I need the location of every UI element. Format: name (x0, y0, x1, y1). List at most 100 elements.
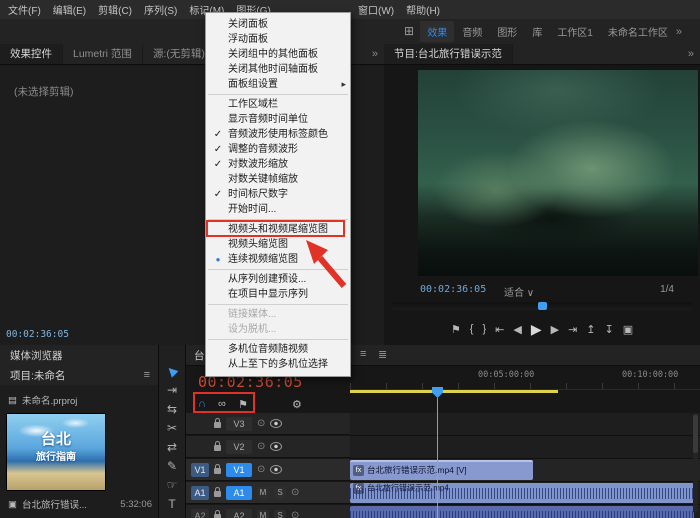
slip-tool[interactable]: ⇄ (167, 441, 177, 454)
export-frame-button[interactable]: ▣ (623, 323, 633, 336)
track-name-a1[interactable]: A1 (226, 486, 252, 500)
menu-item-logarithmic-keyframe-scaling[interactable]: 对数关键帧缩放 (206, 172, 350, 187)
menu-edit[interactable]: 编辑(E) (47, 2, 92, 17)
sync-lock-icon[interactable]: ⊙ (291, 510, 299, 518)
source-patch-a1[interactable]: A1 (191, 486, 209, 500)
track-visibility-eye-icon[interactable] (270, 465, 282, 474)
solo-button[interactable]: S (274, 510, 286, 518)
workspace-tab-audio[interactable]: 音频 (455, 21, 489, 42)
program-scrubber[interactable] (392, 302, 692, 310)
lock-icon[interactable] (214, 422, 221, 428)
menu-item-time-ruler-numbers[interactable]: ✓时间标尺数字 (206, 187, 350, 202)
track-name-a2[interactable]: A2 (226, 509, 252, 518)
menu-item-show-audio-time-units[interactable]: 显示音频时间单位 (206, 112, 350, 127)
step-back-button[interactable]: ◀ (513, 323, 521, 336)
project-panel-menu-icon[interactable]: ≡ (144, 369, 150, 381)
tab-program-monitor[interactable]: 节目:台北旅行错误示范 (384, 44, 513, 64)
menu-item-rectified-audio-waveforms[interactable]: ✓调整的音频波形 (206, 142, 350, 157)
menu-item-audio-waveform-label-colors[interactable]: ✓音频波形使用标签颜色 (206, 127, 350, 142)
selection-tool[interactable]: ▶ (167, 365, 176, 378)
workspace-grid-icon[interactable]: ⊞ (404, 24, 414, 38)
track-lane-a1[interactable]: fx台北旅行错误示范.mp4 (350, 482, 700, 505)
hand-tool[interactable]: ☞ (167, 479, 178, 492)
lock-icon[interactable] (214, 491, 221, 497)
playhead-handle[interactable] (432, 387, 443, 398)
playback-resolution-dropdown[interactable]: 1/4 (660, 284, 674, 295)
track-lane-a2[interactable] (350, 505, 700, 518)
track-visibility-eye-icon[interactable] (270, 442, 282, 451)
menu-item-multicam-selection-top-down[interactable]: 从上至下的多机位选择 (206, 357, 350, 372)
track-select-forward-tool[interactable]: ⇥ (167, 384, 177, 397)
mute-button[interactable]: M (257, 487, 269, 499)
ripple-edit-tool[interactable]: ⇆ (167, 403, 177, 416)
mark-out-button[interactable]: } (482, 323, 486, 335)
menu-item-close-panel[interactable]: 关闭面板 (206, 17, 350, 32)
mark-in-button[interactable]: { (470, 323, 474, 335)
track-name-v1[interactable]: V1 (226, 463, 252, 477)
zoom-level-dropdown[interactable]: 适合 ∨ (504, 284, 534, 299)
go-to-out-button[interactable]: ⇥ (568, 323, 577, 336)
work-area-bar[interactable] (350, 390, 558, 393)
track-lane-v3[interactable] (350, 413, 700, 436)
track-lane-v2[interactable] (350, 436, 700, 459)
solo-button[interactable]: S (274, 487, 286, 499)
sync-lock-icon[interactable]: ⊙ (291, 487, 299, 498)
tab-lumetri-scopes[interactable]: Lumetri 范围 (63, 44, 143, 64)
add-marker-button[interactable]: ⚑ (451, 323, 461, 336)
track-lane-v1[interactable]: fx台北旅行错误示范.mp4 [V] (350, 459, 700, 482)
play-button[interactable]: ▶ (531, 321, 542, 338)
workspace-tab-workspace1[interactable]: 工作区1 (550, 21, 600, 42)
timeline-panel-menu-icon[interactable]: ≡ (360, 348, 366, 360)
sync-lock-icon[interactable]: ⊙ (257, 418, 265, 429)
workspace-tab-libraries[interactable]: 库 (525, 21, 549, 42)
menu-item-panel-group-settings[interactable]: 面板组设置▸ (206, 77, 350, 92)
menu-file[interactable]: 文件(F) (2, 2, 47, 17)
pen-tool[interactable]: ✎ (167, 460, 177, 473)
extract-button[interactable]: ↧ (605, 323, 614, 336)
project-clip-item[interactable]: ▣ 台北旅行错误... 5:32:06 (8, 497, 152, 511)
menu-help[interactable]: 帮助(H) (400, 2, 446, 17)
track-name-v3[interactable]: V3 (226, 417, 252, 431)
menu-clip[interactable]: 剪辑(C) (92, 2, 138, 17)
source-patch-a2[interactable]: A2 (191, 509, 209, 518)
menu-item-undock-panel[interactable]: 浮动面板 (206, 32, 350, 47)
timeline-list-icon[interactable]: ≣ (378, 348, 387, 361)
project-file-item[interactable]: ▤ 未命名.prproj (8, 393, 77, 407)
menu-window[interactable]: 窗口(W) (352, 2, 400, 17)
step-forward-button[interactable]: ▶ (551, 323, 559, 336)
go-to-in-button[interactable]: ⇤ (495, 323, 504, 336)
razor-tool[interactable]: ✂ (167, 422, 177, 435)
menu-item-multicam-audio-follows-video[interactable]: 多机位音频随视频 (206, 342, 350, 357)
workspace-overflow-icon[interactable]: » (676, 26, 682, 38)
program-playhead-handle[interactable] (538, 302, 547, 310)
sync-lock-icon[interactable]: ⊙ (257, 441, 265, 452)
audio-clip-2[interactable] (350, 506, 694, 518)
workspace-tab-effects[interactable]: 效果 (420, 21, 454, 42)
timeline-ruler[interactable]: 00:05:00:00 00:10:00:00 (350, 365, 700, 390)
scrollbar-thumb[interactable] (693, 415, 698, 453)
timeline-scrollbar[interactable] (693, 413, 698, 513)
lock-icon[interactable] (214, 514, 221, 518)
lift-button[interactable]: ↥ (586, 323, 595, 336)
source-patch-v1[interactable]: V1 (191, 463, 209, 477)
mute-button[interactable]: M (257, 510, 269, 518)
panel-overflow-icon[interactable]: » (372, 48, 378, 60)
clip-thumbnail[interactable]: 台北 旅行指南 (6, 413, 106, 491)
menu-item-start-time[interactable]: 开始时间... (206, 202, 350, 217)
workspace-tab-graphics[interactable]: 图形 (490, 21, 524, 42)
program-overflow-icon[interactable]: » (688, 48, 694, 60)
track-name-v2[interactable]: V2 (226, 440, 252, 454)
video-clip[interactable]: fx台北旅行错误示范.mp4 [V] (350, 460, 533, 480)
menu-item-work-area-bar[interactable]: 工作区域栏 (206, 97, 350, 112)
menu-item-logarithmic-waveform-scaling[interactable]: ✓对数波形缩放 (206, 157, 350, 172)
sync-lock-icon[interactable]: ⊙ (257, 464, 265, 475)
menu-item-close-other-timeline-panels[interactable]: 关闭其他时间轴面板 (206, 62, 350, 77)
menu-item-close-other-panels-in-group[interactable]: 关闭组中的其他面板 (206, 47, 350, 62)
audio-clip-1[interactable]: fx台北旅行错误示范.mp4 (350, 483, 694, 503)
track-visibility-eye-icon[interactable] (270, 419, 282, 428)
workspace-tab-unnamed[interactable]: 未命名工作区 (601, 21, 675, 42)
tab-effect-controls[interactable]: 效果控件 (0, 44, 63, 64)
tab-project[interactable]: 项目:未命名 (0, 368, 75, 383)
menu-sequence[interactable]: 序列(S) (138, 2, 183, 17)
lock-icon[interactable] (214, 445, 221, 451)
